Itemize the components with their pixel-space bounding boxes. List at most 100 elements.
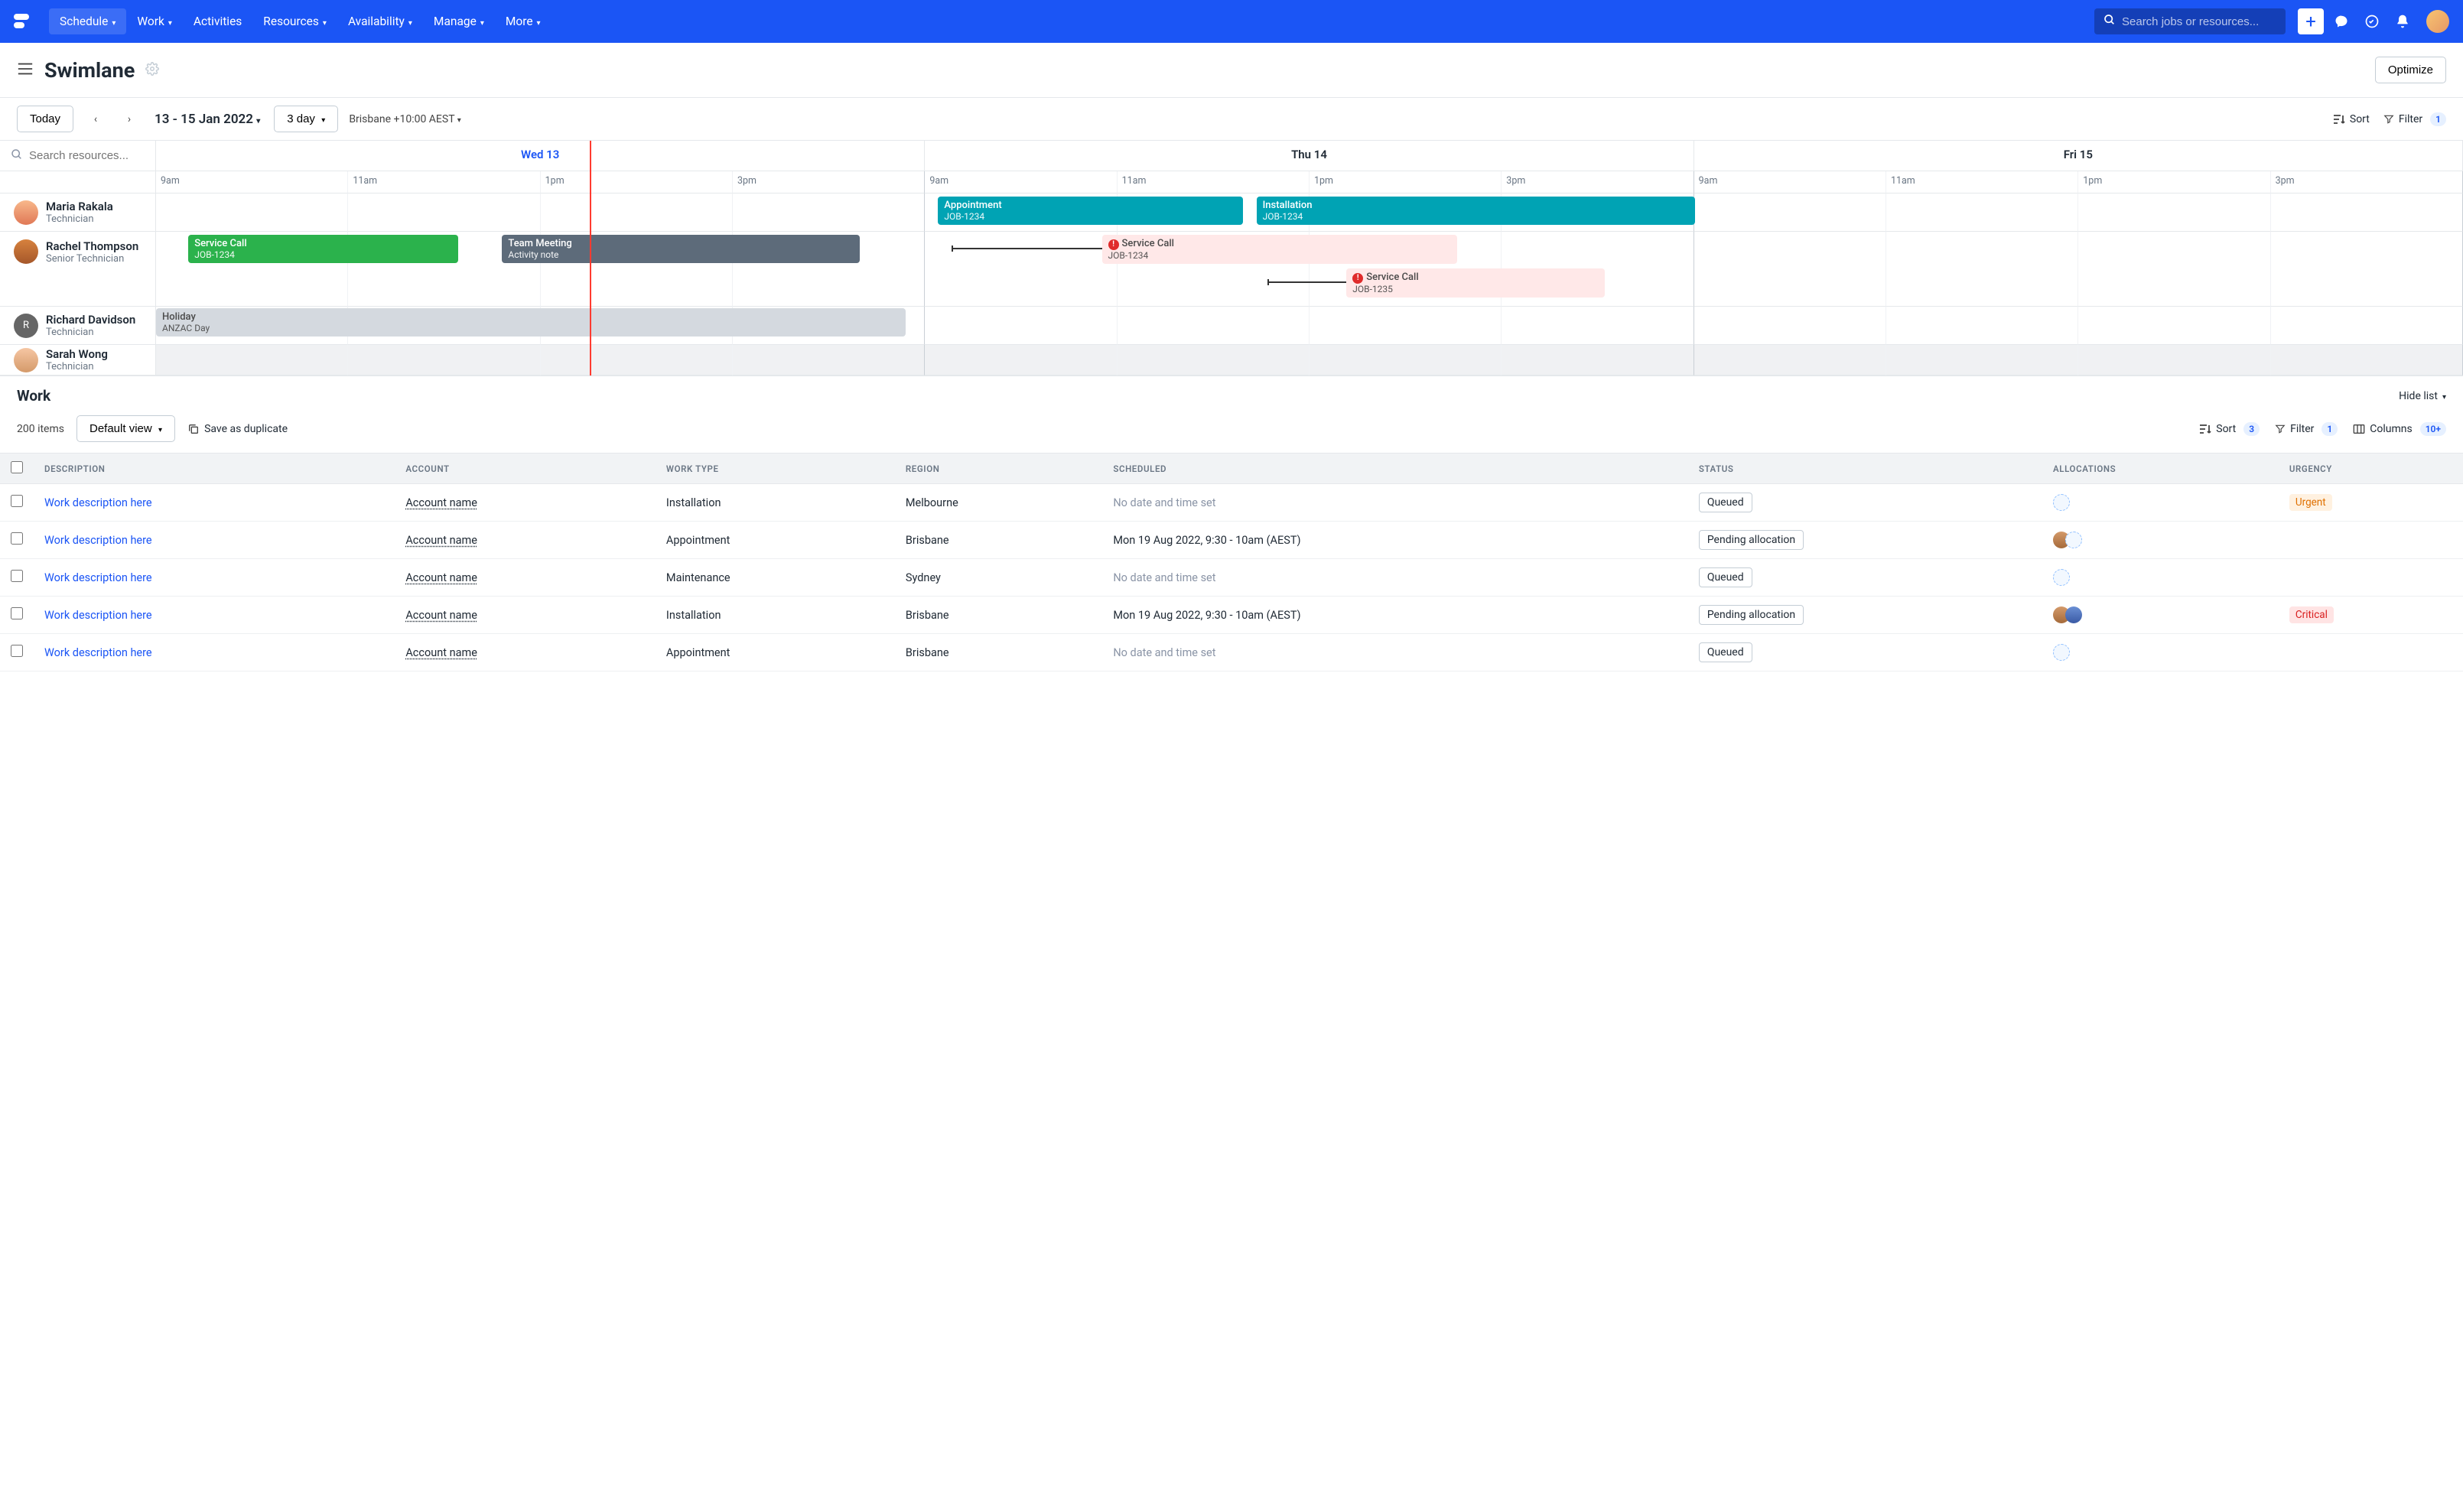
work-type: Installation	[656, 484, 895, 522]
row-checkbox[interactable]	[11, 570, 23, 582]
next-button[interactable]: ›	[118, 113, 141, 125]
resource-row[interactable]: Sarah WongTechnician	[0, 345, 156, 376]
swimlane-row[interactable]: HolidayANZAC Day	[156, 307, 2463, 345]
column-header[interactable]: URGENCY	[2279, 454, 2463, 484]
calendar-event[interactable]: AppointmentJOB-1234	[938, 197, 1242, 225]
columns-button[interactable]: Columns10+	[2353, 422, 2446, 436]
prev-button[interactable]: ‹	[84, 113, 107, 125]
filter-count-badge: 1	[2430, 112, 2446, 126]
work-description-link[interactable]: Work description here	[44, 646, 152, 659]
timezone-select[interactable]: Brisbane +10:00 AEST	[349, 113, 460, 125]
bell-icon[interactable]	[2390, 14, 2416, 29]
menu-icon[interactable]	[17, 62, 34, 79]
allocations[interactable]	[2053, 494, 2268, 511]
allocations[interactable]	[2053, 569, 2268, 586]
status-badge: Pending allocation	[1699, 605, 1804, 625]
swimlane-row[interactable]: Service CallJOB-1234 Team MeetingActivity…	[156, 232, 2463, 307]
account-link[interactable]: Account name	[405, 496, 477, 509]
allocations[interactable]	[2053, 606, 2268, 623]
date-range[interactable]: 13 - 15 Jan 2022	[155, 112, 260, 127]
column-header[interactable]: SCHEDULED	[1102, 454, 1687, 484]
today-button[interactable]: Today	[17, 106, 73, 132]
view-dropdown[interactable]: Default view	[76, 415, 175, 442]
chevron-down-icon	[256, 112, 260, 127]
swimlane-row[interactable]: AppointmentJOB-1234 InstallationJOB-1234	[156, 193, 2463, 232]
select-all-checkbox[interactable]	[11, 461, 23, 473]
app-logo[interactable]	[14, 14, 35, 29]
work-panel-header: Work Hide list	[0, 376, 2463, 412]
calendar-event[interactable]: InstallationJOB-1234	[1257, 197, 1695, 225]
user-avatar[interactable]	[2426, 10, 2449, 33]
column-header[interactable]: WORK TYPE	[656, 454, 895, 484]
row-checkbox[interactable]	[11, 607, 23, 619]
alert-icon: !	[1108, 239, 1119, 250]
resources-column: Maria RakalaTechnicianRachel ThompsonSen…	[0, 141, 156, 376]
calendar-event[interactable]: HolidayANZAC Day	[156, 308, 906, 337]
optimize-button[interactable]: Optimize	[2375, 57, 2446, 83]
nav-item-schedule[interactable]: Schedule	[49, 8, 126, 34]
nav-item-work[interactable]: Work	[126, 8, 183, 34]
view-select[interactable]: 3 day	[274, 106, 338, 132]
calendar-event[interactable]: !Service CallJOB-1234	[1102, 235, 1457, 264]
work-filter-button[interactable]: Filter1	[2275, 422, 2338, 436]
chevron-down-icon	[321, 112, 325, 125]
row-checkbox[interactable]	[11, 532, 23, 545]
column-header[interactable]: REGION	[895, 454, 1102, 484]
sync-icon[interactable]	[2359, 14, 2385, 29]
status-badge: Pending allocation	[1699, 530, 1804, 550]
add-button[interactable]: +	[2298, 8, 2324, 34]
resource-row[interactable]: RRichard DavidsonTechnician	[0, 307, 156, 345]
resource-row[interactable]: Maria RakalaTechnician	[0, 193, 156, 232]
resource-search-input[interactable]	[29, 149, 145, 162]
table-row: Work description hereAccount nameMainten…	[0, 559, 2463, 597]
account-link[interactable]: Account name	[405, 646, 477, 659]
hide-list-button[interactable]: Hide list	[2399, 390, 2446, 402]
search-icon	[2103, 14, 2116, 29]
time-label: 9am	[156, 171, 348, 193]
row-checkbox[interactable]	[11, 495, 23, 507]
nav-item-resources[interactable]: Resources	[252, 8, 337, 34]
work-type: Appointment	[656, 634, 895, 671]
account-link[interactable]: Account name	[405, 571, 477, 584]
column-header[interactable]: ACCOUNT	[395, 454, 656, 484]
column-header[interactable]: ALLOCATIONS	[2042, 454, 2279, 484]
account-link[interactable]: Account name	[405, 609, 477, 622]
gear-icon[interactable]	[145, 62, 159, 79]
chevron-down-icon	[168, 15, 172, 28]
save-duplicate-button[interactable]: Save as duplicate	[187, 423, 288, 435]
work-description-link[interactable]: Work description here	[44, 496, 152, 509]
global-search[interactable]	[2094, 8, 2286, 34]
work-description-link[interactable]: Work description here	[44, 571, 152, 584]
column-header[interactable]: DESCRIPTION	[34, 454, 395, 484]
nav-item-availability[interactable]: Availability	[337, 8, 423, 34]
sort-count-badge: 3	[2243, 422, 2260, 436]
travel-line	[952, 248, 1102, 249]
resource-search[interactable]	[0, 141, 156, 171]
work-heading: Work	[17, 387, 50, 405]
swimlane-row[interactable]	[156, 345, 2463, 376]
filter-button[interactable]: Filter 1	[2383, 112, 2446, 126]
global-search-input[interactable]	[2122, 15, 2276, 28]
calendar-event[interactable]: Team MeetingActivity note	[502, 235, 859, 263]
allocations[interactable]	[2053, 532, 2268, 548]
calendar-event[interactable]: !Service CallJOB-1235	[1346, 268, 1605, 298]
work-sort-button[interactable]: Sort3	[2199, 422, 2260, 436]
sort-button[interactable]: Sort	[2333, 113, 2370, 125]
timeline-grid[interactable]: Wed 13Thu 14Fri 15 9am11am1pm3pm9am11am1…	[156, 141, 2463, 376]
table-row: Work description here Account name Appoint…	[0, 634, 2463, 671]
account-link[interactable]: Account name	[405, 534, 477, 547]
day-header: Fri 15	[1694, 141, 2463, 171]
region: Melbourne	[895, 484, 1102, 522]
nav-item-activities[interactable]: Activities	[183, 8, 252, 34]
nav-item-more[interactable]: More	[495, 8, 551, 34]
resource-row[interactable]: Rachel ThompsonSenior Technician	[0, 232, 156, 307]
nav-item-manage[interactable]: Manage	[423, 8, 495, 34]
allocations[interactable]	[2053, 644, 2268, 661]
calendar-event[interactable]: Service CallJOB-1234	[188, 235, 458, 263]
work-description-link[interactable]: Work description here	[44, 534, 152, 547]
column-header[interactable]: STATUS	[1688, 454, 2042, 484]
chat-icon[interactable]	[2328, 14, 2354, 29]
row-checkbox[interactable]	[11, 645, 23, 657]
time-label: 3pm	[733, 171, 925, 193]
work-description-link[interactable]: Work description here	[44, 609, 152, 622]
